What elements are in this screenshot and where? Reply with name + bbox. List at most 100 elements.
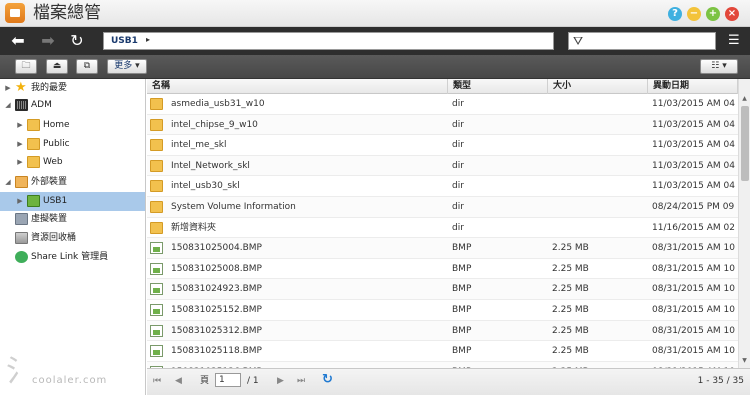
maximize-button[interactable]: + (706, 7, 720, 21)
file-modified-date: 08/31/2015 AM 10 (652, 325, 735, 336)
sidebar-item-recycle-bin[interactable]: 資源回收桶 (4, 229, 144, 248)
column-header-name[interactable]: 名稱 (147, 79, 448, 94)
file-modified-date: 08/24/2015 PM 09 (652, 201, 735, 212)
file-name: Intel_Network_skl (171, 160, 250, 171)
page-number-input[interactable]: 1 (215, 373, 241, 387)
image-file-icon (150, 242, 163, 255)
sidebar-item-usb1[interactable]: ▶ USB1 (0, 192, 145, 211)
sidebar-item-share-link-manager[interactable]: Share Link 管理員 (4, 248, 144, 267)
sidebar-item-label: 虛擬裝置 (31, 214, 68, 224)
table-row[interactable]: 150831025152.BMP BMP 2.25 MB 08/31/2015 AM … (147, 300, 738, 321)
column-header-modified-date[interactable]: 異動日期 (648, 79, 738, 94)
file-size: 2.25 MB (552, 263, 589, 274)
sidebar-item-label: 資源回收桶 (31, 233, 77, 243)
usb-icon (27, 195, 40, 207)
file-name: intel_chipse_9_w10 (171, 119, 258, 130)
image-file-icon (150, 303, 163, 316)
table-row[interactable]: 150831025312.BMP BMP 2.25 MB 08/31/2015 AM … (147, 320, 738, 342)
copy-button[interactable]: ⧉ (76, 59, 98, 74)
folder-icon (150, 139, 163, 152)
folder-icon (150, 159, 163, 172)
page-total: / 1 (247, 376, 259, 386)
file-type: dir (452, 99, 464, 109)
eject-button[interactable]: ⏏ (46, 59, 68, 74)
sidebar-item-external-devices[interactable]: ◢ 外部裝置 (4, 173, 144, 192)
more-button-label: 更多 (114, 61, 133, 71)
sidebar-item-web[interactable]: ▶ Web (16, 153, 144, 172)
column-header-type[interactable]: 類型 (448, 79, 548, 94)
sidebar-item-virtual-devices[interactable]: 虛擬裝置 (4, 210, 144, 229)
first-page-icon[interactable]: ⏮ (153, 374, 161, 388)
table-body: asmedia_usb31_w10 dir 11/03/2015 AM 04 inte… (147, 94, 738, 368)
table-row[interactable]: Intel_Network_skl dir 11/03/2015 AM 04 (147, 155, 738, 177)
file-type: dir (452, 160, 464, 171)
expand-arrow-icon[interactable]: ▶ (16, 135, 24, 154)
more-dropdown-button[interactable]: 更多 ▾ (107, 59, 147, 74)
sidebar-item-label: Public (43, 139, 70, 149)
share-link-icon (15, 251, 28, 263)
column-header-size[interactable]: 大小 (548, 79, 648, 94)
expand-arrow-icon[interactable]: ▶ (16, 153, 24, 172)
forward-arrow-icon[interactable]: ➡ (38, 31, 58, 51)
table-row[interactable]: 150831025118.BMP BMP 2.25 MB 08/31/2015 AM … (147, 341, 738, 362)
file-type: BMP (452, 304, 472, 315)
folder-icon (27, 138, 40, 150)
table-row[interactable]: System Volume Information dir 08/24/2015 P… (147, 196, 738, 218)
image-file-icon (150, 262, 163, 275)
back-arrow-icon[interactable]: ⬅ (8, 31, 28, 51)
refresh-icon[interactable]: ↻ (322, 372, 333, 388)
table-row[interactable]: 150831025008.BMP BMP 2.25 MB 08/31/2015 AM … (147, 259, 738, 280)
collapse-arrow-icon[interactable]: ◢ (4, 96, 12, 115)
folder-icon (27, 156, 40, 168)
refresh-icon[interactable]: ↻ (67, 31, 87, 51)
table-row[interactable]: asmedia_usb31_w10 dir 11/03/2015 AM 04 (147, 94, 738, 115)
file-type: dir (452, 140, 464, 151)
previous-page-icon[interactable]: ◀ (175, 374, 182, 388)
scroll-down-arrow-icon[interactable]: ▼ (739, 356, 750, 366)
chevron-down-icon: ▾ (135, 61, 140, 71)
filter-input[interactable]: ⛛ (568, 32, 716, 50)
table-row[interactable]: intel_usb30_skl dir 11/03/2015 AM 04 (147, 176, 738, 197)
file-type: dir (452, 222, 464, 233)
file-modified-date: 08/31/2015 AM 10 (652, 243, 735, 254)
folder-icon (150, 118, 163, 131)
sidebar: ▶ ★ 我的最愛 ◢ ADM ▶ Home ▶ Public ▶ Web ◢ 外… (0, 79, 146, 395)
help-button[interactable]: ? (668, 7, 682, 21)
last-page-icon[interactable]: ⏭ (297, 374, 305, 388)
folder-icon (150, 98, 163, 110)
sidebar-item-adm[interactable]: ◢ ADM (4, 96, 144, 115)
scroll-up-arrow-icon[interactable]: ▲ (739, 94, 750, 104)
expand-arrow-icon[interactable]: ▶ (16, 192, 24, 211)
file-modified-date: 11/03/2015 AM 04 (652, 99, 735, 109)
table-row[interactable]: 150831024923.BMP BMP 2.25 MB 08/31/2015 AM … (147, 279, 738, 300)
file-modified-date: 11/03/2015 AM 04 (652, 119, 735, 130)
new-folder-button[interactable]: 🗀 (15, 59, 37, 74)
sidebar-item-label: Share Link 管理員 (31, 252, 109, 262)
nas-icon (15, 99, 28, 111)
file-table: 名稱 類型 大小 異動日期 asmedia_usb31_w10 dir 11/03/… (147, 79, 750, 368)
filter-funnel-icon[interactable]: ⛛ (573, 34, 583, 48)
path-chevron-right-icon[interactable]: ▸ (146, 35, 150, 44)
table-row[interactable]: intel_chipse_9_w10 dir 11/03/2015 AM 04 (147, 114, 738, 136)
menu-list-icon[interactable]: ☰ (728, 31, 740, 51)
file-explorer-app-icon (5, 3, 25, 23)
scrollbar-thumb[interactable] (741, 106, 749, 181)
sidebar-item-home[interactable]: ▶ Home (16, 116, 144, 135)
close-button[interactable]: × (725, 7, 739, 21)
table-row[interactable]: intel_me_skl dir 11/03/2015 AM 04 (147, 135, 738, 156)
file-name: asmedia_usb31_w10 (171, 99, 265, 109)
next-page-icon[interactable]: ▶ (277, 374, 284, 388)
expand-arrow-icon[interactable]: ▶ (16, 116, 24, 135)
path-segment-usb1[interactable]: USB1 (111, 36, 138, 46)
trash-icon (15, 232, 28, 244)
view-mode-dropdown[interactable]: ☷ ▾ (700, 59, 738, 74)
file-name: 150831025312.BMP (171, 325, 262, 336)
minimize-button[interactable]: − (687, 7, 701, 21)
collapse-arrow-icon[interactable]: ◢ (4, 173, 12, 192)
table-row[interactable]: 新增資料夾 dir 11/16/2015 AM 02 (147, 218, 738, 239)
table-row[interactable]: 150831025004.BMP BMP 2.25 MB 08/31/2015 AM … (147, 238, 738, 259)
vertical-scrollbar[interactable]: ▲ ▼ (738, 79, 750, 368)
path-bar[interactable]: USB1 ▸ (103, 32, 554, 50)
sidebar-item-public[interactable]: ▶ Public (16, 135, 144, 154)
file-type: BMP (452, 346, 472, 357)
